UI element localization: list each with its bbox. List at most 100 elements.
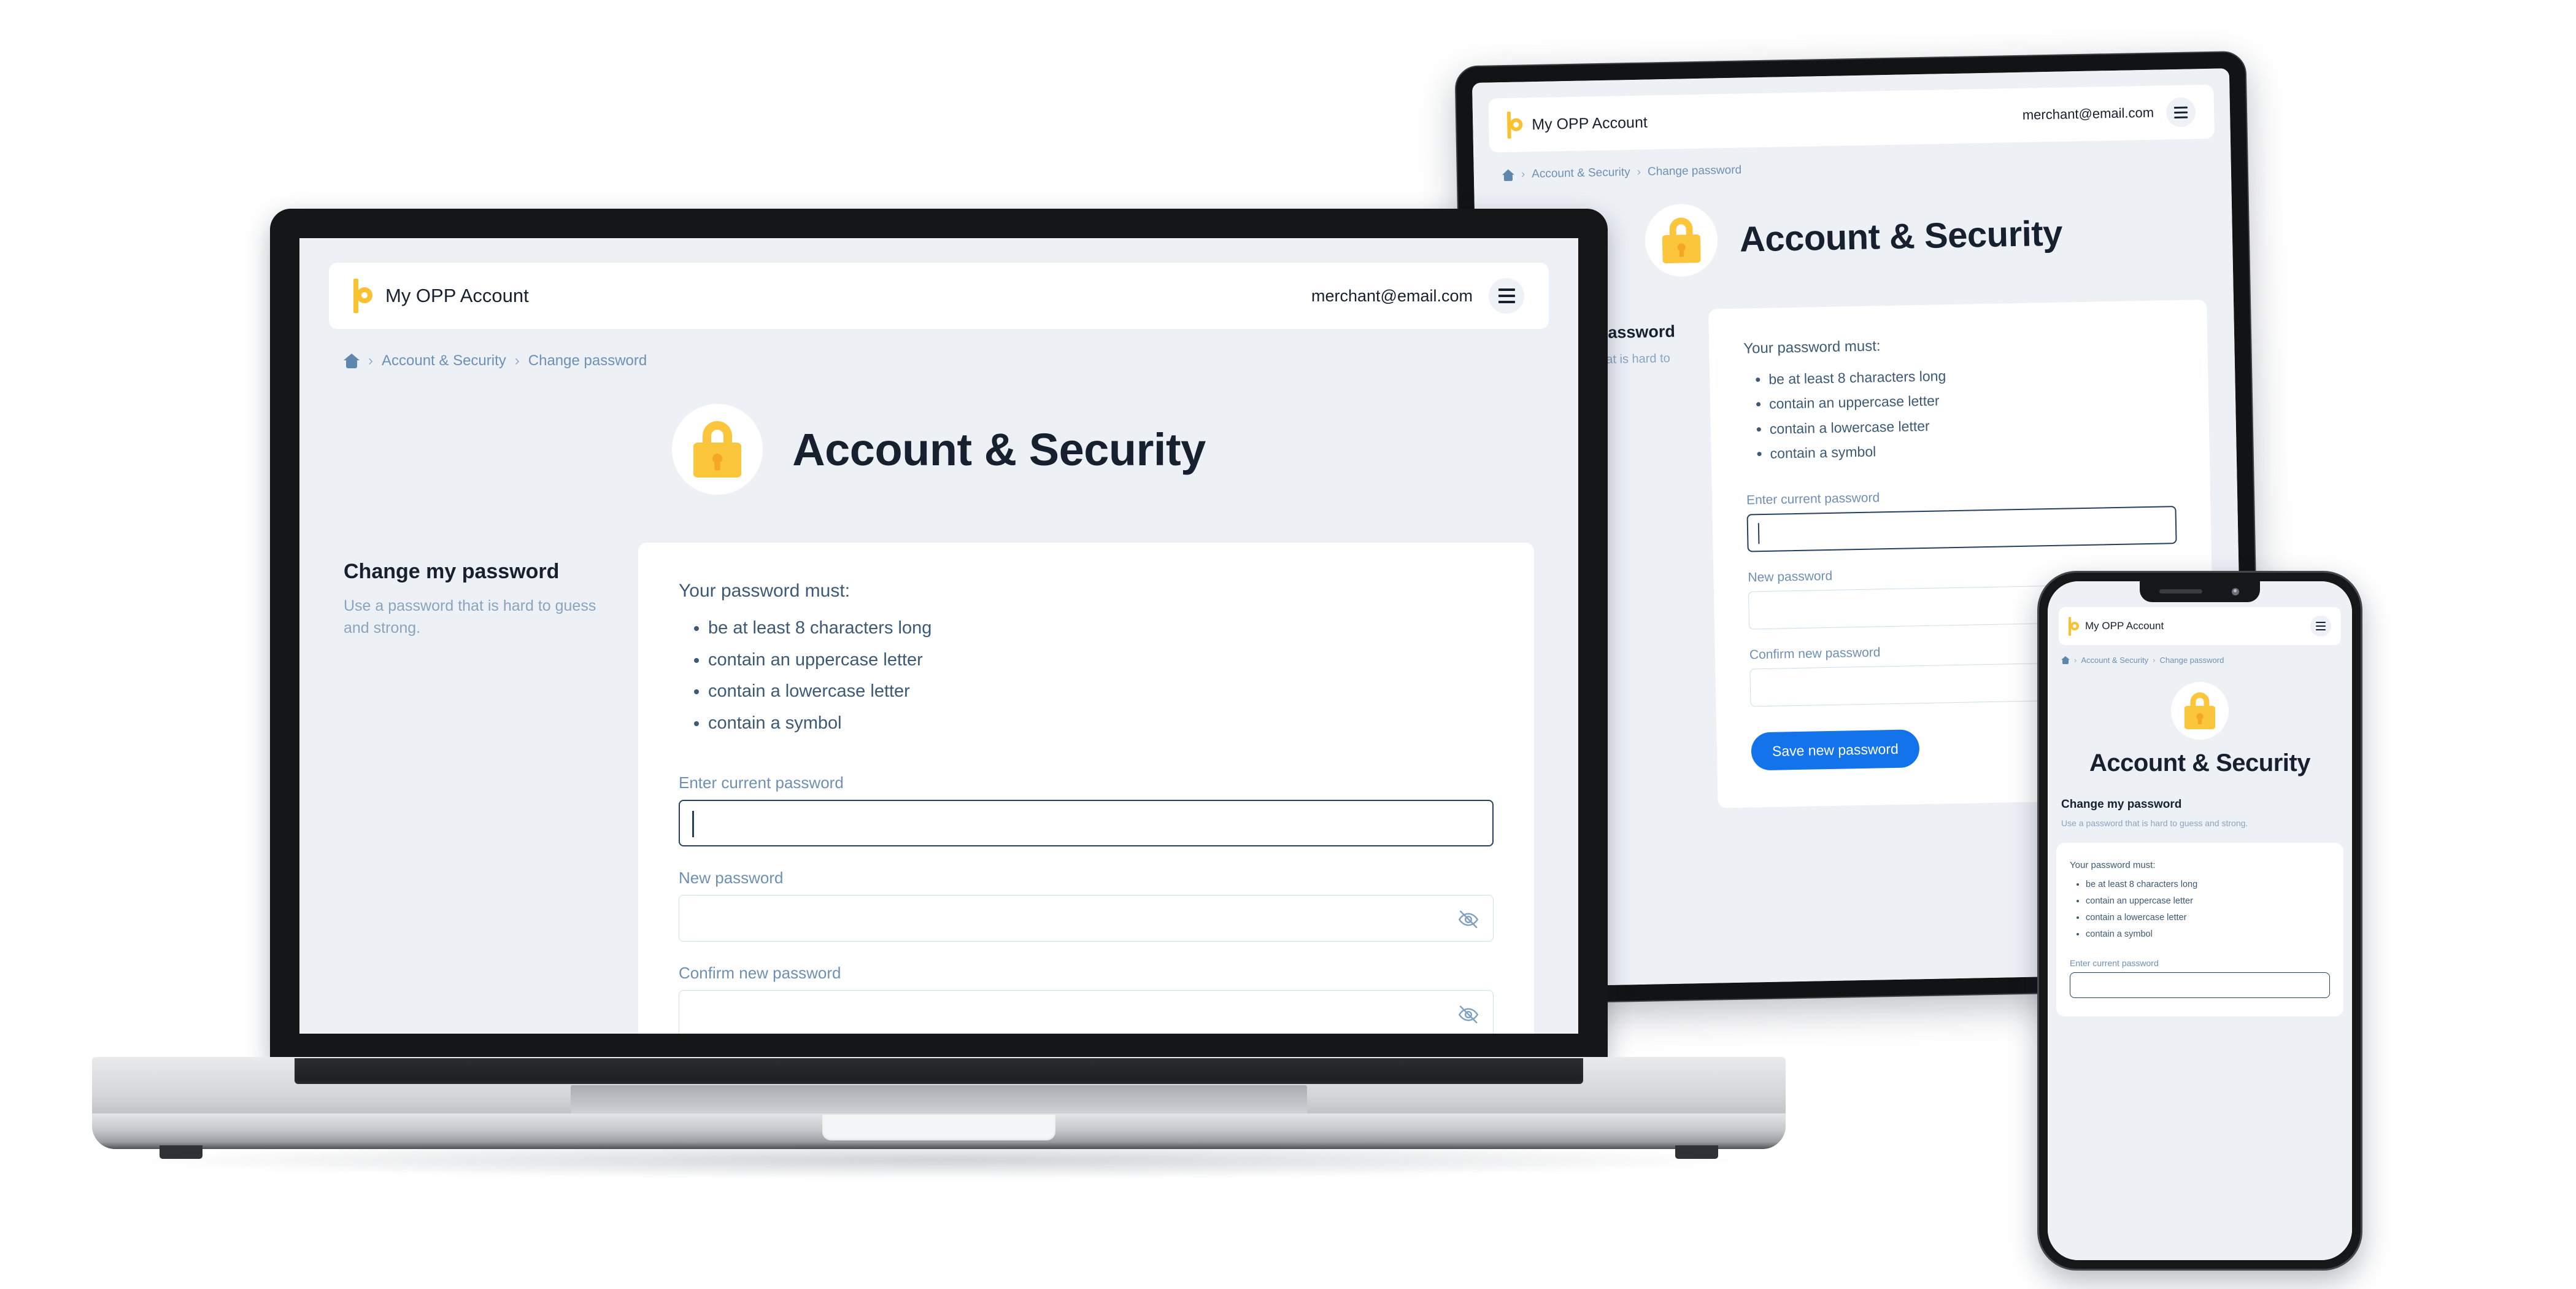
field-label: New password: [679, 869, 784, 888]
list-item: contain a symbol: [708, 708, 1494, 740]
list-item: contain a symbol: [2086, 926, 2330, 943]
opp-b-logo-icon: [1506, 111, 1524, 139]
phone-notch: [2140, 581, 2260, 602]
requirements-intro: Your password must:: [679, 581, 850, 601]
phone-field-current-password: Enter current password: [2070, 958, 2330, 999]
laptop-field-current-password: Enter current password: [679, 773, 1494, 847]
breadcrumb-item-change-password[interactable]: Change password: [1648, 164, 1742, 179]
list-item: contain an uppercase letter: [2086, 893, 2330, 910]
phone-app: My OPP Account › Account & Security › Ch…: [2048, 581, 2352, 1260]
field-label: Enter current password: [679, 773, 844, 792]
brand-name: My OPP Account: [1532, 114, 1648, 133]
page-title: Account & Security: [1739, 213, 2063, 260]
user-email: merchant@email.com: [1311, 286, 1473, 305]
home-icon[interactable]: [1502, 169, 1514, 181]
requirements-intro: Your password must:: [1743, 338, 1881, 357]
laptop-trackpad: [571, 1085, 1307, 1115]
user-email: merchant@email.com: [2022, 104, 2154, 123]
breadcrumb-item-change-password[interactable]: Change password: [528, 352, 647, 370]
laptop-device: My OPP Account merchant@email.com › Acco…: [92, 209, 1786, 1246]
brand-name: My OPP Account: [385, 285, 529, 306]
tablet-topbar-right: merchant@email.com: [2022, 97, 2196, 130]
tablet-breadcrumb: › Account & Security › Change password: [1502, 154, 2231, 182]
list-item: contain an uppercase letter: [708, 644, 1494, 676]
field-label: Enter current password: [1746, 490, 1880, 508]
requirements-list: be at least 8 characters long contain an…: [708, 613, 1494, 739]
sidebar-title: Change my password: [344, 560, 560, 583]
phone-screen: My OPP Account › Account & Security › Ch…: [2048, 581, 2352, 1260]
breadcrumb-separator: ›: [2153, 656, 2156, 665]
phone-device: My OPP Account › Account & Security › Ch…: [2037, 571, 2362, 1271]
padlock-icon: [2171, 682, 2229, 740]
field-label: Enter current password: [2070, 958, 2159, 969]
list-item: be at least 8 characters long: [2086, 877, 2330, 893]
phone-topbar: My OPP Account: [2059, 607, 2341, 645]
laptop-columns: Change my password Use a password that i…: [299, 543, 1578, 1034]
requirements-list: be at least 8 characters long contain an…: [1768, 359, 2175, 466]
laptop-field-new-password: New password: [679, 869, 1494, 942]
home-icon[interactable]: [344, 354, 360, 368]
laptop-topbar: My OPP Account merchant@email.com: [329, 263, 1549, 329]
hamburger-menu-icon[interactable]: [2310, 616, 2331, 637]
requirements-list: be at least 8 characters long contain an…: [2086, 877, 2330, 942]
padlock-icon: [672, 404, 763, 495]
phone-form-card: Your password must: be at least 8 charac…: [2056, 843, 2343, 1017]
breadcrumb-separator: ›: [368, 352, 373, 369]
hamburger-menu-icon[interactable]: [2165, 97, 2196, 128]
laptop-shadow: [141, 1142, 1737, 1179]
current-password-input[interactable]: [679, 800, 1494, 847]
sidebar-subtitle: Use a password that is hard to guess and…: [344, 597, 596, 637]
breadcrumb-separator: ›: [1521, 168, 1525, 181]
front-camera-icon: [2232, 588, 2239, 595]
laptop-brand[interactable]: My OPP Account: [353, 279, 529, 313]
opp-b-logo-icon: [2069, 616, 2080, 636]
breadcrumb-separator: ›: [2074, 656, 2077, 665]
laptop-form-card: Your password must: be at least 8 charac…: [638, 543, 1534, 1034]
breadcrumb-separator: ›: [514, 352, 520, 369]
page-title: Account & Security: [2089, 749, 2310, 776]
text-caret: [692, 811, 694, 838]
sidebar-title: Change my password: [2061, 797, 2182, 811]
requirements-intro: Your password must:: [2070, 860, 2156, 871]
laptop-breadcrumb: › Account & Security › Change password: [344, 352, 1578, 370]
breadcrumb-item-account-security[interactable]: Account & Security: [382, 352, 506, 370]
opp-b-logo-icon: [353, 279, 373, 313]
tablet-brand[interactable]: My OPP Account: [1506, 109, 1648, 139]
laptop-topbar-right: merchant@email.com: [1311, 278, 1524, 314]
tablet-topbar: My OPP Account merchant@email.com: [1488, 84, 2215, 153]
breadcrumb-separator: ›: [1637, 165, 1641, 179]
laptop-hero: Account & Security: [299, 404, 1578, 495]
list-item: contain a lowercase letter: [2086, 910, 2330, 926]
speaker-grille-icon: [2159, 589, 2202, 594]
eye-off-icon[interactable]: [1457, 1004, 1479, 1026]
list-item: be at least 8 characters long: [708, 613, 1494, 644]
field-label: Confirm new password: [679, 964, 841, 983]
laptop-screen: My OPP Account merchant@email.com › Acco…: [299, 238, 1578, 1034]
brand-name: My OPP Account: [2085, 620, 2164, 632]
breadcrumb-item-change-password[interactable]: Change password: [2160, 656, 2224, 665]
laptop-latch-notch: [822, 1115, 1055, 1140]
laptop-app: My OPP Account merchant@email.com › Acco…: [299, 238, 1578, 1034]
phone-sidebar: Change my password Use a password that i…: [2048, 777, 2352, 829]
laptop-sidebar: Change my password Use a password that i…: [344, 543, 601, 640]
laptop-keyboard: [295, 1058, 1583, 1084]
laptop-lid: My OPP Account merchant@email.com › Acco…: [270, 209, 1608, 1062]
phone-brand[interactable]: My OPP Account: [2069, 616, 2164, 636]
laptop-field-confirm-password: Confirm new password: [679, 964, 1494, 1034]
confirm-password-input[interactable]: [679, 990, 1494, 1034]
current-password-input[interactable]: [2070, 972, 2330, 999]
current-password-input[interactable]: [1746, 506, 2177, 552]
phone-breadcrumb: › Account & Security › Change password: [2061, 656, 2352, 665]
breadcrumb-item-account-security[interactable]: Account & Security: [2081, 656, 2148, 665]
breadcrumb-item-account-security[interactable]: Account & Security: [1532, 166, 1630, 181]
hamburger-menu-icon[interactable]: [1489, 278, 1524, 314]
home-icon[interactable]: [2061, 656, 2070, 664]
devices-showcase: My OPP Account merchant@email.com › Acco…: [0, 0, 2576, 1289]
sidebar-subtitle: Use a password that is hard to guess and…: [2061, 818, 2248, 828]
eye-off-icon[interactable]: [1457, 908, 1479, 931]
list-item: contain a lowercase letter: [708, 676, 1494, 708]
new-password-input[interactable]: [679, 895, 1494, 942]
tablet-field-current-password: Enter current password: [1746, 485, 2177, 552]
page-title: Account & Security: [792, 424, 1206, 475]
phone-hero: Account & Security: [2048, 682, 2352, 777]
